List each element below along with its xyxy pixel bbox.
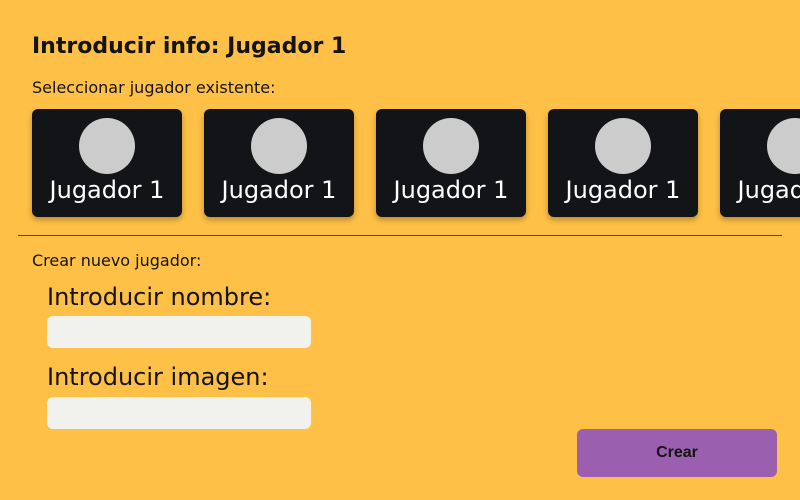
name-input[interactable] — [47, 316, 311, 348]
player-card[interactable]: Jugador 1 — [376, 109, 526, 217]
player-avatar — [79, 118, 135, 174]
player-name: Jugador 1 — [221, 176, 337, 204]
player-card-list: Jugador 1 Jugador 1 Jugador 1 Jugador 1 … — [0, 109, 800, 227]
player-card[interactable]: Jugador 1 — [548, 109, 698, 217]
player-name: Jugador 1 — [565, 176, 681, 204]
name-field-label: Introducir nombre: — [47, 283, 272, 311]
create-button[interactable]: Crear — [577, 429, 777, 477]
player-avatar — [767, 118, 800, 174]
player-name: Jugador 1 — [49, 176, 165, 204]
player-avatar — [595, 118, 651, 174]
image-input[interactable] — [47, 397, 311, 429]
player-card[interactable]: Jugador 1 — [204, 109, 354, 217]
image-field-label: Introducir imagen: — [47, 363, 269, 391]
player-name: Jugador 1 — [737, 176, 800, 204]
player-avatar — [423, 118, 479, 174]
player-card[interactable]: Jugador 1 — [720, 109, 800, 217]
player-avatar — [251, 118, 307, 174]
page-title: Introducir info: Jugador 1 — [32, 34, 347, 59]
player-card[interactable]: Jugador 1 — [32, 109, 182, 217]
create-new-label: Crear nuevo jugador: — [32, 251, 202, 270]
player-name: Jugador 1 — [393, 176, 509, 204]
select-existing-label: Seleccionar jugador existente: — [32, 78, 276, 97]
section-divider — [18, 235, 782, 236]
